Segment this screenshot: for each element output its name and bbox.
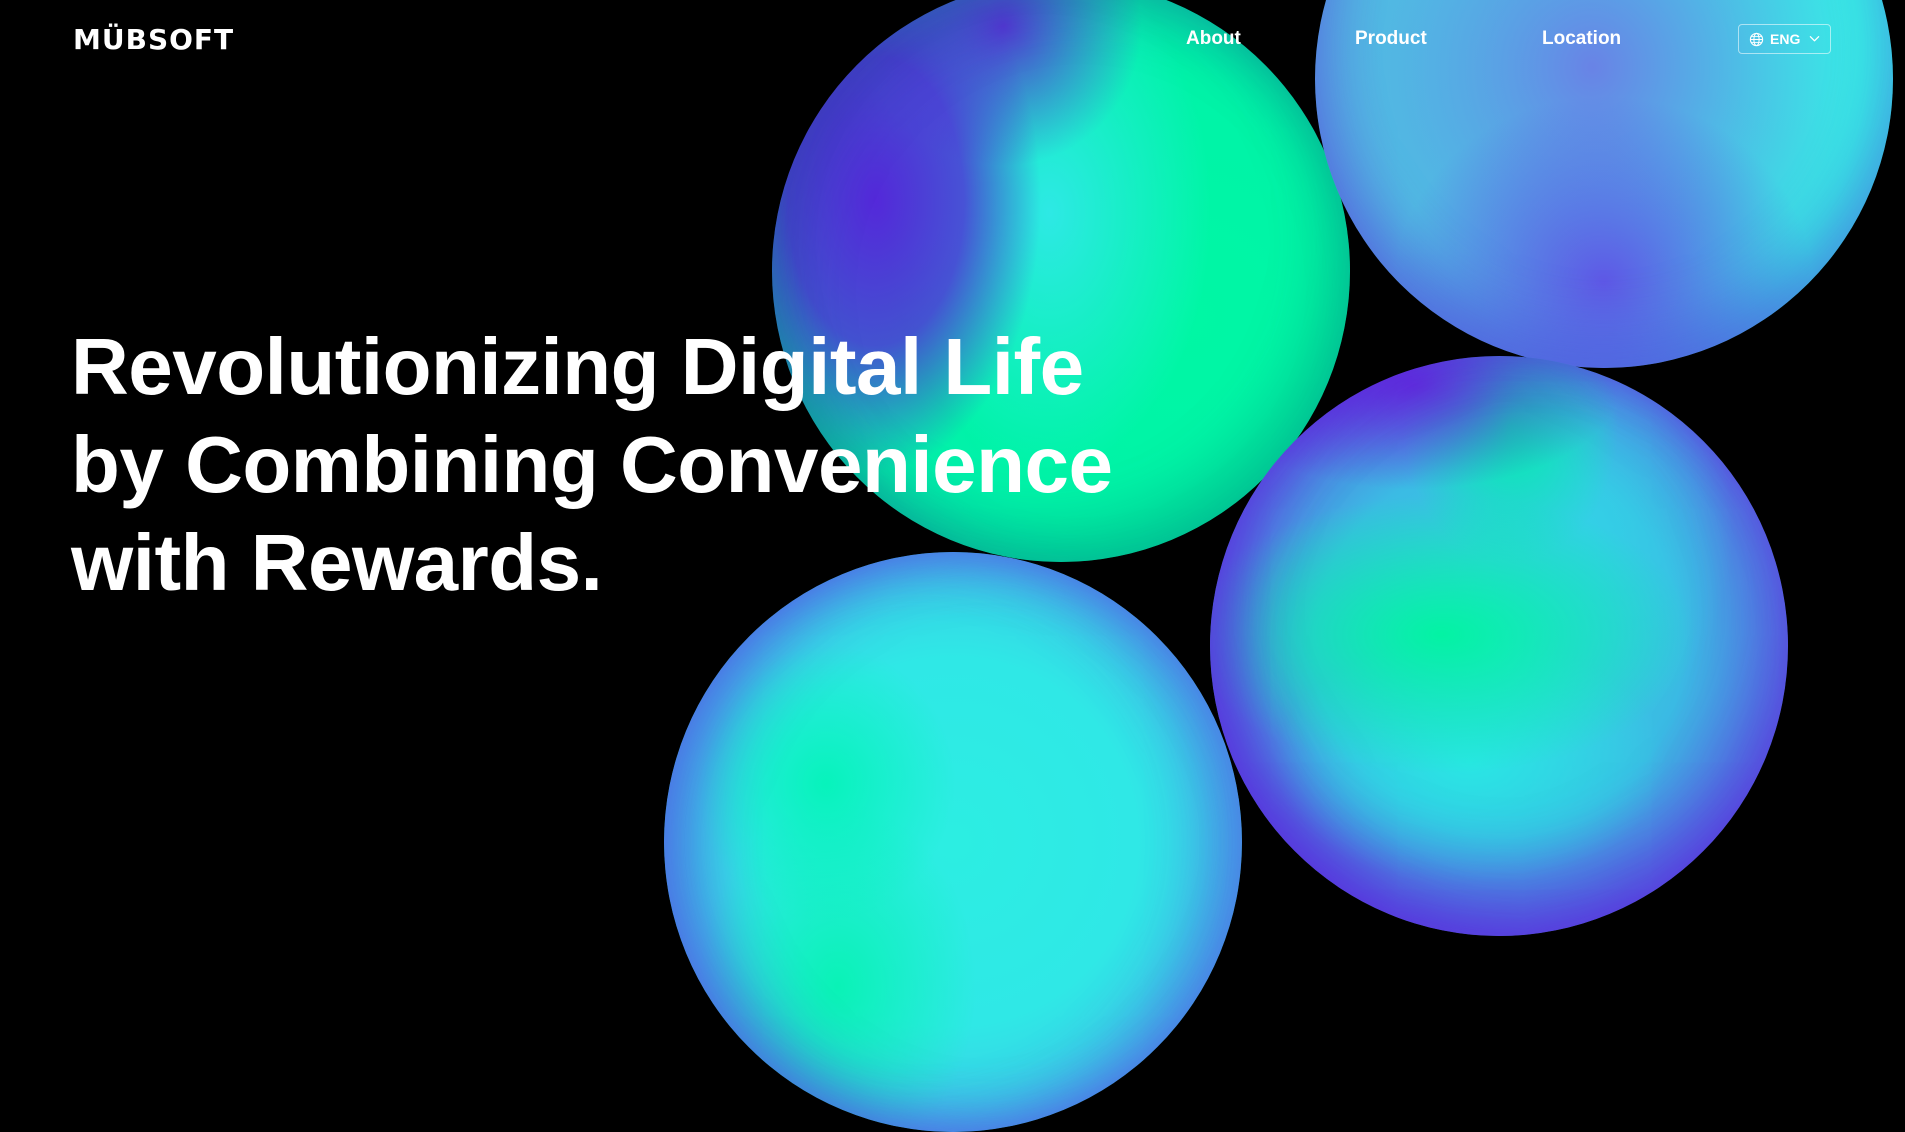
nav-link-location[interactable]: Location <box>1542 27 1621 51</box>
brand-logo[interactable]: MÜBSOFT <box>73 25 234 55</box>
hero-headline-line-3: with Rewards. <box>71 518 603 607</box>
nav-link-product[interactable]: Product <box>1355 27 1427 51</box>
chevron-down-icon <box>1809 36 1820 42</box>
hero-headline-line-2: by Combining Convenience <box>71 420 1113 509</box>
nav-link-about[interactable]: About <box>1186 27 1241 51</box>
gradient-sphere-right-center <box>1210 356 1788 936</box>
language-selector[interactable]: ENG <box>1738 24 1831 54</box>
globe-icon <box>1749 32 1764 46</box>
gradient-sphere-top-right <box>1315 0 1893 368</box>
language-selected-label: ENG <box>1770 31 1801 47</box>
gradient-sphere-bottom-left <box>664 552 1242 1132</box>
hero-headline-line-1: Revolutionizing Digital Life <box>71 322 1084 411</box>
hero-headline: Revolutionizing Digital Life by Combinin… <box>71 318 1113 612</box>
